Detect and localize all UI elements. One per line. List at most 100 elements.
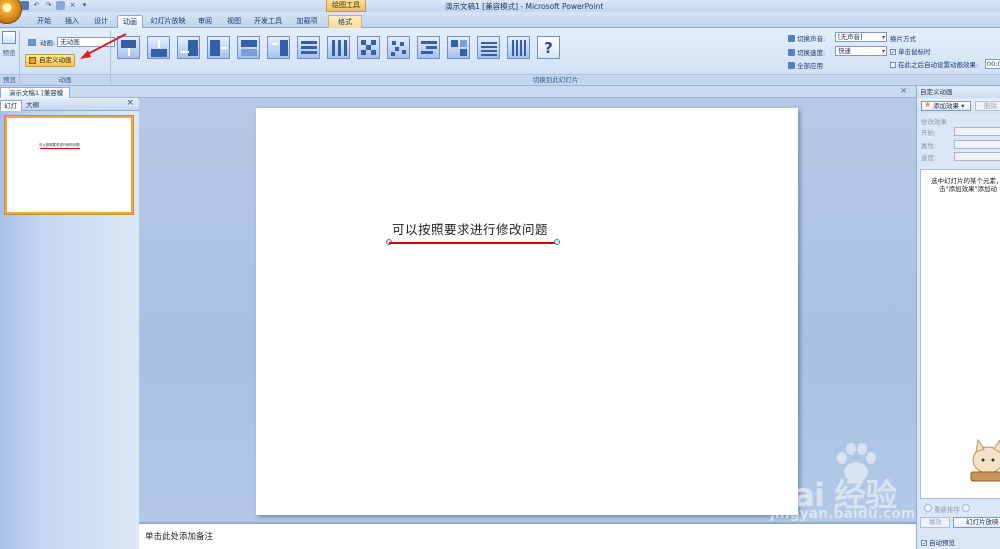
start-select[interactable] — [954, 127, 1000, 136]
wipe-up-icon[interactable] — [147, 36, 170, 59]
slide-canvas[interactable]: 可以按照要求进行修改问题 — [256, 108, 798, 515]
redo-icon[interactable]: ↷ — [44, 1, 53, 10]
minimize-button[interactable] — [960, 0, 980, 12]
close-icon[interactable]: × — [68, 1, 77, 10]
print-icon[interactable] — [56, 1, 65, 10]
line-end-handle[interactable] — [554, 239, 560, 245]
tab-review[interactable]: 审阅 — [193, 15, 217, 28]
red-line-shape[interactable] — [389, 242, 559, 244]
help-icon[interactable]: ? — [537, 36, 560, 59]
quick-access-toolbar: ↶ ↷ × ▾ — [20, 1, 89, 10]
preview-button[interactable]: 预览 — [1, 31, 17, 71]
autopreview-option[interactable]: ✓ 自动预览 — [921, 537, 955, 547]
speed-label: 速度: — [921, 154, 937, 162]
box-out-icon[interactable] — [267, 36, 290, 59]
custom-animation-label: 自定义动画 — [39, 56, 72, 64]
window-title: 演示文稿1 [兼容模式] - Microsoft PowerPoint — [445, 2, 604, 11]
auto-after-option[interactable]: 在此之后自动设置动画效果: — [890, 59, 978, 69]
pane-hint: 选中幻灯片的某个元素， 击"添加效果"添加动 — [931, 177, 1000, 193]
transition-speed-row: 切换速度: — [788, 47, 825, 57]
strips-icon[interactable] — [447, 36, 470, 59]
ribbon-tabs: 开始 插入 设计 动画 幻灯片放映 审阅 视图 开发工具 加载项 格式 — [0, 12, 1000, 28]
transition-sound-row: 切换声音: — [788, 33, 825, 43]
autopreview-checkbox[interactable]: ✓ — [921, 540, 927, 547]
document-tab[interactable]: 演示文稿1 [兼容模式] — [0, 87, 70, 107]
slide-workspace: 可以按照要求进行修改问题 — [139, 98, 916, 522]
close-icon[interactable]: × — [900, 86, 907, 95]
property-select[interactable] — [954, 140, 1000, 149]
animation-label: 动画: — [40, 39, 56, 47]
dropdown-icon[interactable]: ▾ — [80, 1, 89, 10]
tab-outline[interactable]: 大纲 — [23, 100, 42, 111]
tab-insert[interactable]: 插入 — [60, 15, 84, 28]
auto-after-checkbox[interactable] — [890, 62, 896, 68]
ribbon: 预览 预览 动画: 无动画 自定义动画 动画 ? 切换声音: [无声音] ▾ 切… — [0, 28, 1000, 86]
move-up-icon[interactable] — [924, 504, 932, 512]
on-click-checkbox[interactable]: ✓ — [890, 49, 896, 56]
pane-title: 自定义动画 — [917, 87, 1000, 98]
animation-icon — [28, 38, 36, 46]
move-down-icon[interactable] — [962, 504, 971, 512]
transition-gallery: ? — [117, 36, 560, 59]
custom-animation-button[interactable]: 自定义动画 — [25, 54, 75, 67]
push-left-icon[interactable] — [177, 36, 200, 59]
animation-list[interactable]: 选中幻灯片的某个元素， 击"添加效果"添加动 — [920, 169, 1000, 499]
auto-after-label: 在此之后自动设置动画效果: — [898, 61, 979, 69]
remove-button[interactable]: 删除 — [975, 101, 1000, 111]
star-icon: ★ — [924, 100, 932, 109]
blinds-horizontal-icon[interactable] — [297, 36, 320, 59]
slide-title[interactable]: 可以按照要求进行修改问题 — [392, 219, 548, 238]
checkerboard-icon[interactable] — [357, 36, 380, 59]
transition-speed-label: 切换速度: — [797, 49, 826, 57]
slideshow-button[interactable]: 幻灯片放映 — [953, 517, 1000, 528]
tab-addins[interactable]: 加载项 — [292, 15, 322, 28]
split-icon[interactable] — [237, 36, 260, 59]
autopreview-label: 自动预览 — [929, 539, 955, 547]
blinds-vertical-icon[interactable] — [327, 36, 350, 59]
maximize-button[interactable] — [980, 0, 1000, 12]
shape-icon[interactable] — [417, 36, 440, 59]
reorder-label: 重新排序 — [934, 506, 960, 514]
auto-after-time-input[interactable]: 00:0 — [985, 59, 1000, 69]
pane-toolbar: ★ 添加效果 ▾ 删除 — [917, 99, 1000, 113]
custom-animation-icon — [29, 57, 36, 64]
speed-icon — [788, 48, 795, 56]
on-click-label: 单击鼠标时 — [898, 48, 931, 56]
transition-sound-select[interactable]: [无声音] — [835, 32, 887, 42]
tab-view[interactable]: 视图 — [222, 15, 246, 28]
slide-thumbnail[interactable]: 可以按照要求进行修改问题 — [5, 116, 133, 214]
tab-design[interactable]: 设计 — [89, 15, 113, 28]
tab-format[interactable]: 格式 — [328, 15, 362, 28]
document-tab-bar: 演示文稿1 [兼容模式] × — [0, 86, 1000, 107]
hint-line-2: 击"添加效果"添加动 — [939, 185, 997, 193]
bars-horizontal-icon[interactable] — [477, 36, 500, 59]
animations-group-label: 动画 — [20, 74, 110, 85]
modify-label: 修改效果 — [921, 118, 947, 126]
bars-vertical-icon[interactable] — [507, 36, 530, 59]
add-effect-button[interactable]: ★ 添加效果 ▾ — [921, 101, 971, 111]
tab-home[interactable]: 开始 — [32, 15, 56, 28]
apply-all-button[interactable]: 全部应用 — [788, 60, 823, 70]
tab-slides[interactable]: 幻灯片 — [0, 100, 22, 111]
window-controls — [960, 0, 1000, 12]
custom-animation-pane: 自定义动画 ★ 添加效果 ▾ 删除 修改效果 开始: 属性: 速度: 选中幻灯片… — [916, 86, 1000, 549]
transitions-group-label: 切换到此幻灯片 — [111, 74, 1000, 85]
apply-all-label: 全部应用 — [797, 62, 823, 70]
play-button[interactable]: 播放 — [920, 517, 950, 528]
close-icon[interactable]: × — [126, 98, 134, 108]
mascot-icon — [970, 438, 1000, 482]
notes-pane[interactable]: 单击此处添加备注 — [139, 522, 916, 549]
on-click-option[interactable]: ✓ 单击鼠标时 — [890, 46, 931, 56]
undo-icon[interactable]: ↶ — [32, 1, 41, 10]
transition-speed-select[interactable]: 快速 — [835, 46, 887, 56]
speed-select[interactable] — [954, 152, 1000, 161]
tab-slideshow[interactable]: 幻灯片放映 — [148, 15, 188, 28]
advance-slide-title: 换片方式 — [890, 35, 916, 43]
tab-developer[interactable]: 开发工具 — [251, 15, 285, 28]
preview-icon — [2, 31, 16, 44]
red-arrow-icon — [80, 33, 127, 59]
tab-animations[interactable]: 动画 — [117, 15, 143, 28]
dissolve-icon[interactable] — [387, 36, 410, 59]
cover-right-icon[interactable] — [207, 36, 230, 59]
powerpoint-window: ↶ ↷ × ▾ 绘图工具 演示文稿1 [兼容模式] - Microsoft Po… — [0, 0, 1000, 549]
